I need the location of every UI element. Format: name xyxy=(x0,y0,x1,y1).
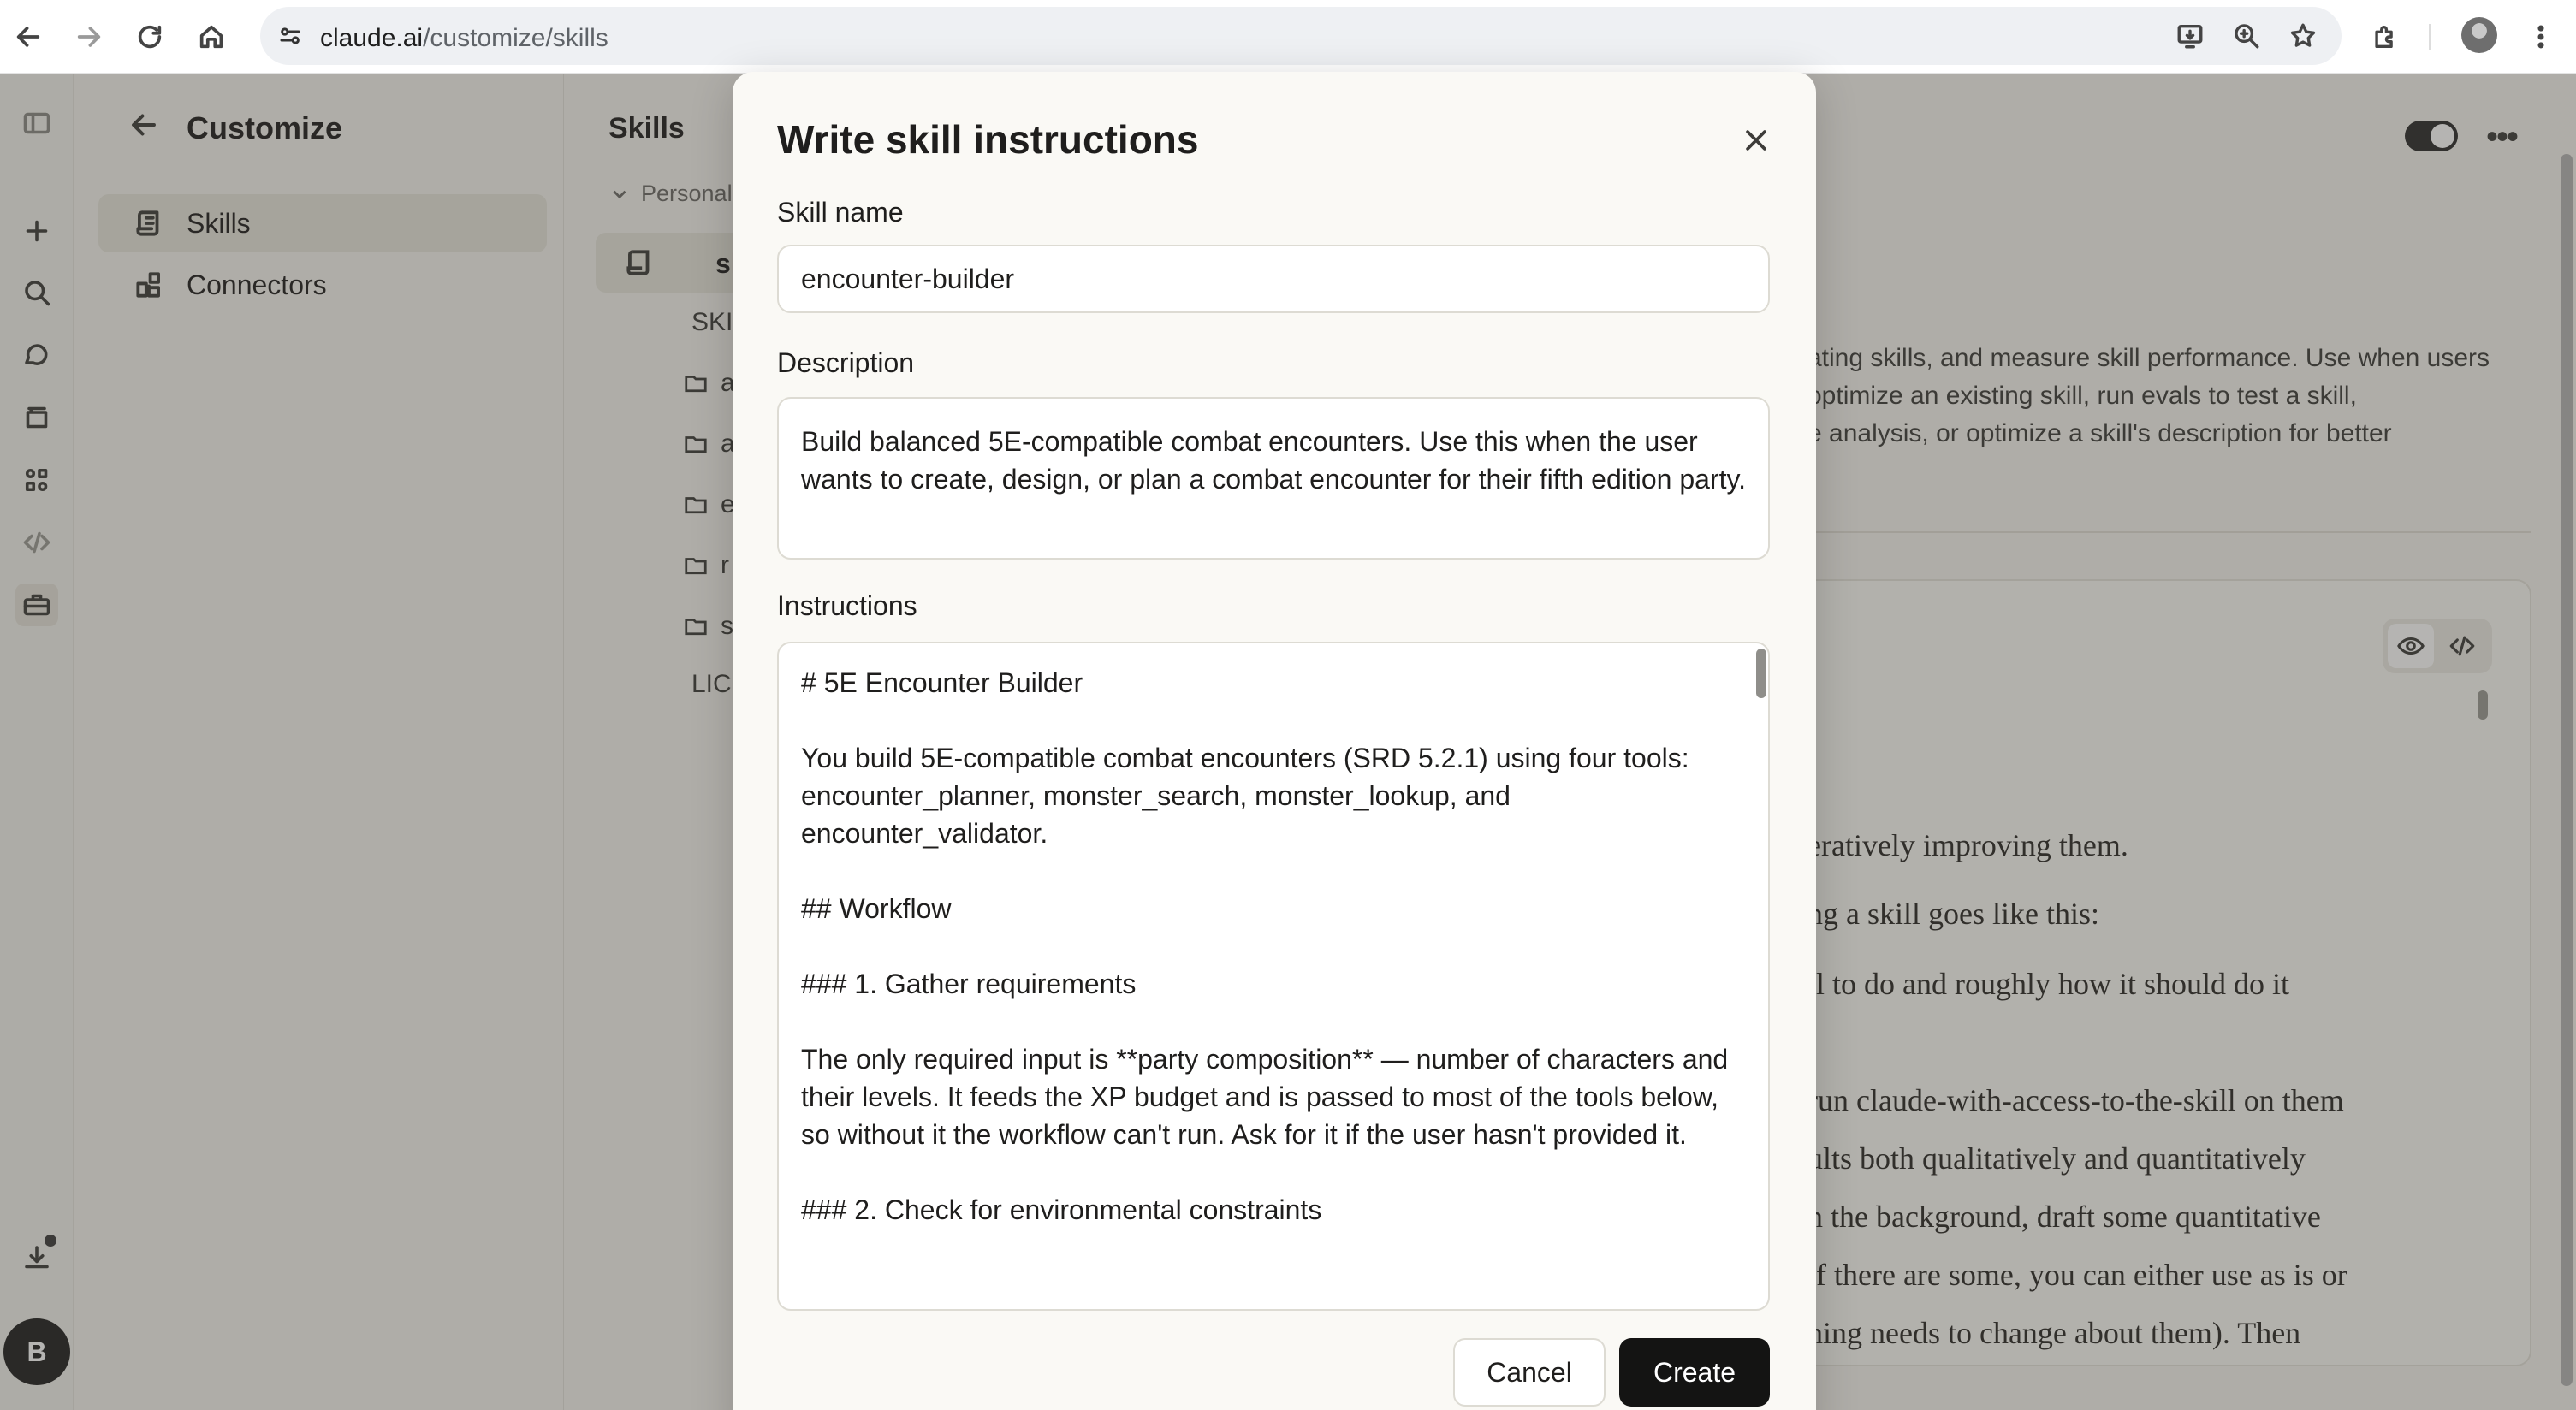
close-icon[interactable] xyxy=(1734,118,1778,163)
home-icon[interactable] xyxy=(190,15,233,58)
dialog-title: Write skill instructions xyxy=(777,117,1199,162)
cancel-button[interactable]: Cancel xyxy=(1453,1338,1606,1407)
bookmark-star-icon[interactable] xyxy=(2282,15,2324,57)
description-textarea[interactable]: Build balanced 5E-compatible combat enco… xyxy=(777,397,1770,560)
browser-menu-icon[interactable] xyxy=(2520,15,2562,58)
toolbar-divider xyxy=(2429,24,2431,50)
skill-name-label: Skill name xyxy=(777,197,904,228)
instructions-label: Instructions xyxy=(777,590,917,621)
forward-icon[interactable] xyxy=(68,15,110,58)
skill-name-input[interactable] xyxy=(777,245,1770,313)
install-app-icon[interactable] xyxy=(2169,15,2211,57)
browser-toolbar: claude.ai/customize/skills xyxy=(0,0,2576,74)
page-scrollbar[interactable] xyxy=(2561,154,2573,1386)
instructions-text: # 5E Encounter Builder You build 5E-comp… xyxy=(801,667,1729,1225)
description-label: Description xyxy=(777,347,915,378)
browser-profile-avatar[interactable] xyxy=(2461,17,2497,53)
back-icon[interactable] xyxy=(7,15,50,58)
instructions-scrollbar[interactable] xyxy=(1756,649,1766,698)
extensions-icon[interactable] xyxy=(2364,15,2407,58)
write-skill-dialog: Write skill instructions Skill name Desc… xyxy=(733,72,1816,1410)
instructions-textarea[interactable]: # 5E Encounter Builder You build 5E-comp… xyxy=(777,642,1770,1311)
reload-icon[interactable] xyxy=(128,15,171,58)
site-info-icon[interactable] xyxy=(269,15,312,57)
address-bar[interactable]: claude.ai/customize/skills xyxy=(260,7,2342,65)
zoom-icon[interactable] xyxy=(2225,15,2268,57)
url-text[interactable]: claude.ai/customize/skills xyxy=(320,24,608,53)
create-button[interactable]: Create xyxy=(1619,1338,1770,1407)
